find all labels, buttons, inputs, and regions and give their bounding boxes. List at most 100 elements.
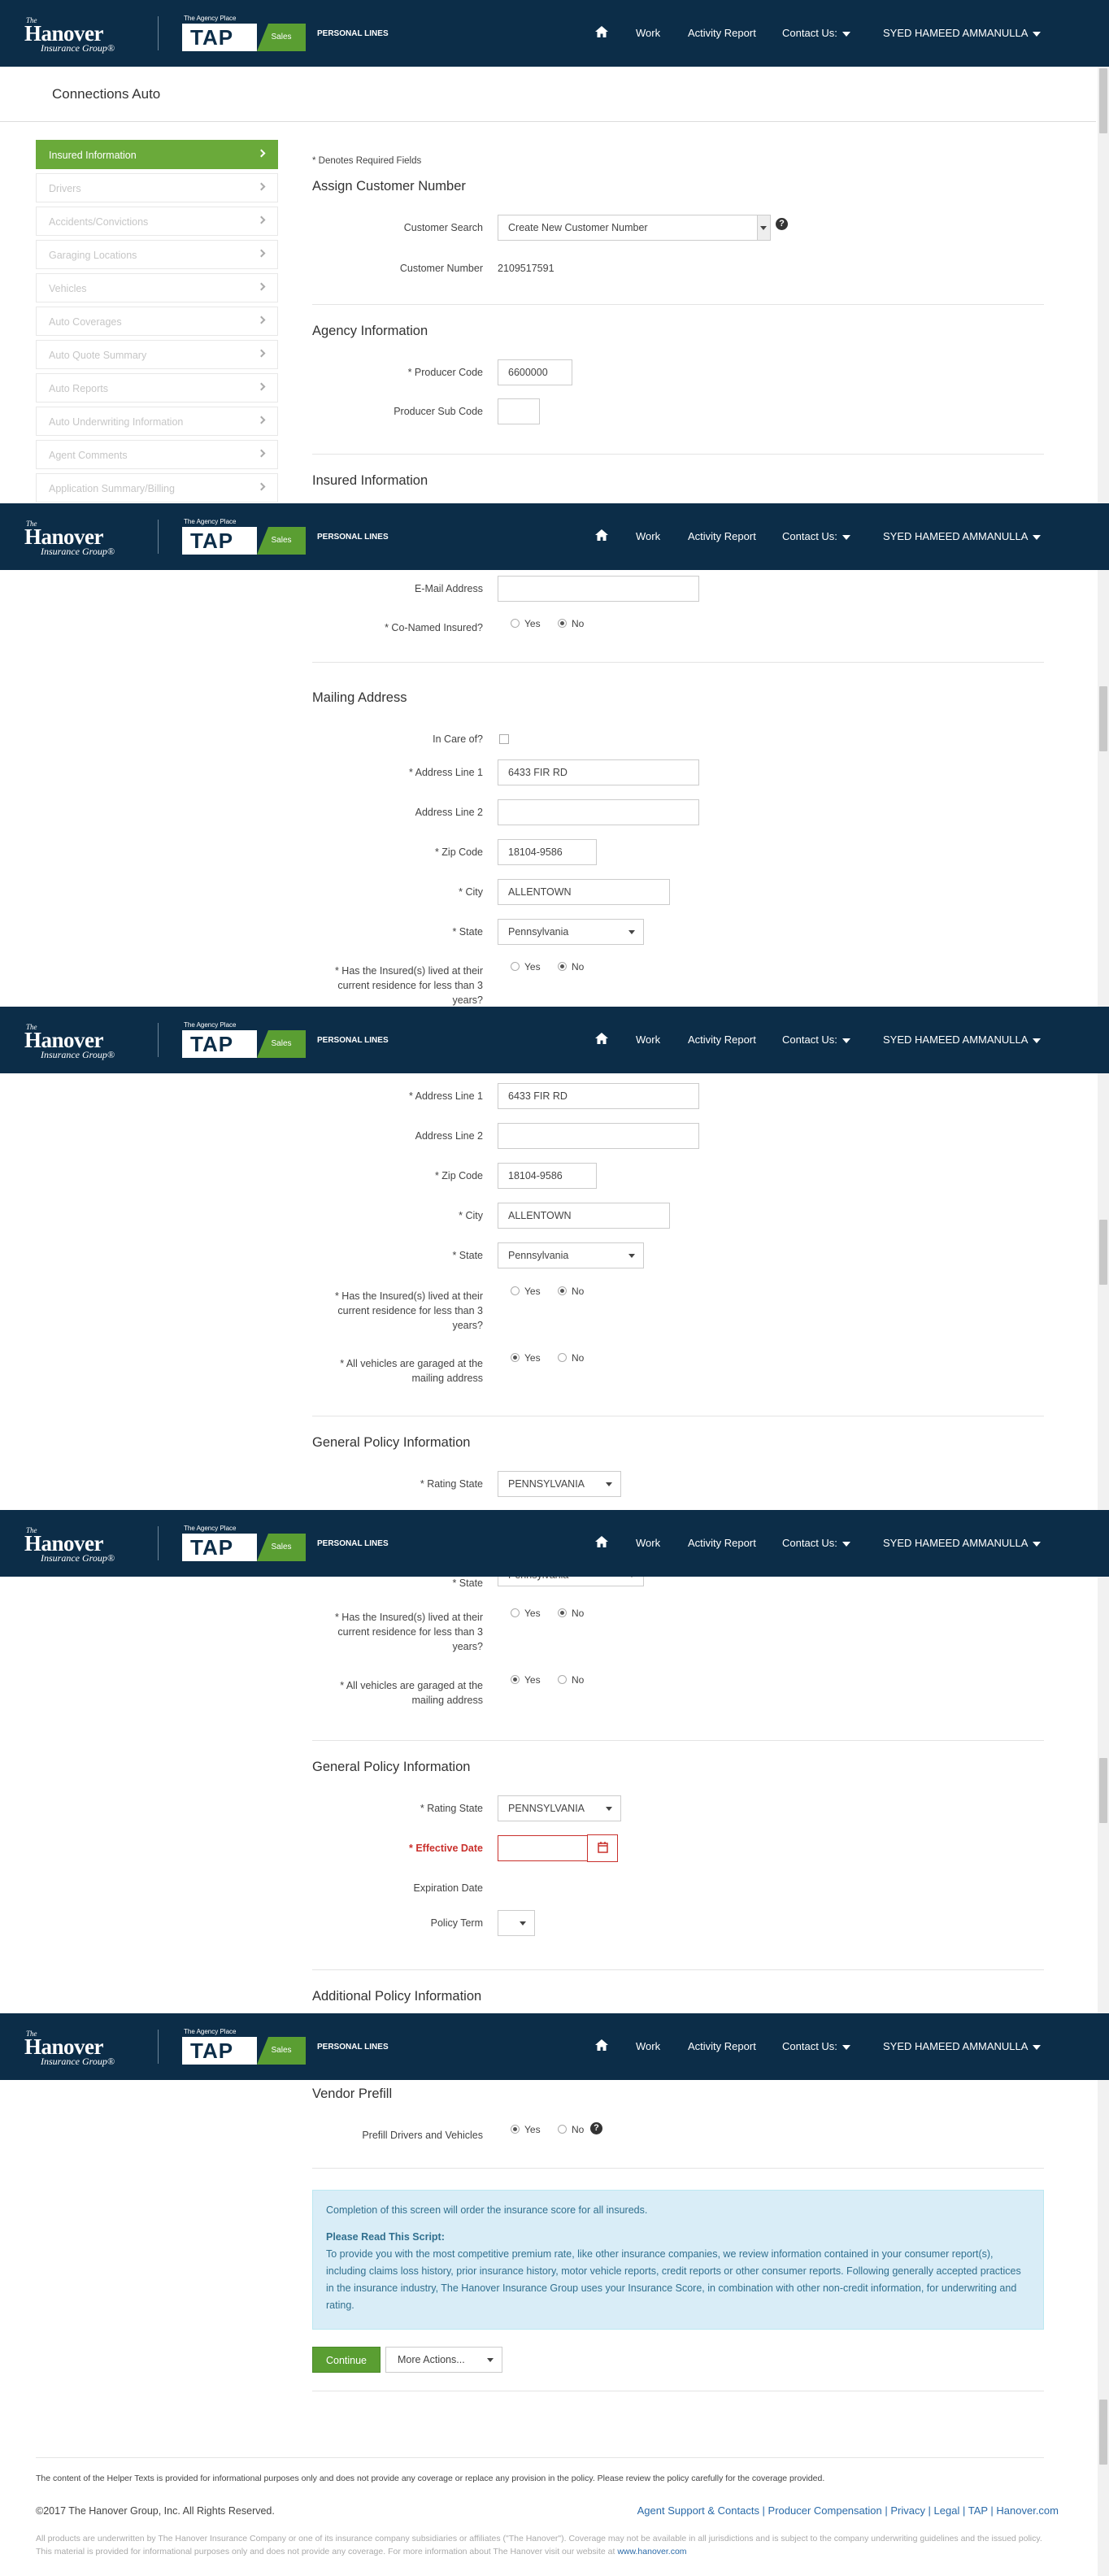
nav-user-menu[interactable]: SYED HAMEED AMMANULLA [883, 2040, 1042, 2052]
nav-contact-us[interactable]: Contact Us: [782, 1033, 850, 1046]
garaged-no-radio[interactable]: No [558, 1352, 584, 1364]
effective-date-input[interactable] [498, 1835, 589, 1861]
hanover-link[interactable]: www.hanover.com [617, 2547, 686, 2556]
lived-yes-radio[interactable]: Yes [511, 961, 541, 973]
scrollbar-thumb[interactable] [1099, 686, 1107, 751]
city-input[interactable]: ALLENTOWN [498, 1203, 670, 1229]
state-select[interactable]: Pennsylvania [498, 1242, 644, 1268]
nav-user-menu[interactable]: SYED HAMEED AMMANULLA [883, 27, 1042, 39]
sidebar-item-auto-quote-summary[interactable]: Auto Quote Summary [36, 340, 278, 369]
scrollbar-thumb[interactable] [1099, 1220, 1107, 1285]
prefill-yes-radio[interactable]: Yes [511, 2124, 541, 2135]
sidebar-item-garaging-locations[interactable]: Garaging Locations [36, 240, 278, 269]
scrollbar[interactable] [1098, 1073, 1109, 1510]
sidebar-item-agent-comments[interactable]: Agent Comments [36, 440, 278, 469]
nav-work[interactable]: Work [636, 1537, 660, 1549]
producer-sub-code-input[interactable] [498, 398, 540, 424]
address1-input[interactable]: 6433 FIR RD [498, 1083, 699, 1109]
copyright: ©2017 The Hanover Group, Inc. All Rights… [36, 2505, 275, 2517]
hanover-logo[interactable]: The Hanover Insurance Group® [24, 1526, 133, 1564]
nav-activity-report[interactable]: Activity Report [688, 530, 756, 542]
tap-logo[interactable]: The Agency Place TAP Sales [182, 518, 309, 555]
lived-no-radio[interactable]: No [558, 1286, 584, 1297]
city-value: ALLENTOWN [508, 886, 572, 898]
expiration-date-label: Expiration Date [413, 1882, 483, 1894]
help-icon[interactable]: ? [590, 2122, 602, 2134]
nav-user-menu[interactable]: SYED HAMEED AMMANULLA [883, 530, 1042, 542]
sidebar-item-auto-reports[interactable]: Auto Reports [36, 373, 278, 402]
sidebar-item-application-summary[interactable]: Application Summary/Billing [36, 473, 278, 503]
home-icon[interactable] [594, 1030, 610, 1046]
nav-user-menu[interactable]: SYED HAMEED AMMANULLA [883, 1033, 1042, 1046]
sidebar-item-drivers[interactable]: Drivers [36, 173, 278, 202]
more-actions-select[interactable]: More Actions... [385, 2347, 502, 2373]
state-select[interactable]: Pennsylvania [498, 919, 644, 945]
nav-activity-report[interactable]: Activity Report [688, 1537, 756, 1549]
co-named-no-radio[interactable]: No [558, 618, 584, 629]
nav-activity-report[interactable]: Activity Report [688, 2040, 756, 2052]
tap-logo[interactable]: The Agency Place TAP Sales [182, 1525, 309, 1562]
home-icon[interactable] [594, 2037, 610, 2053]
address2-input[interactable] [498, 799, 699, 825]
scrollbar-thumb[interactable] [1099, 68, 1107, 133]
zip-input[interactable]: 18104-9586 [498, 1163, 597, 1189]
customer-search-select[interactable]: Create New Customer Number [498, 215, 771, 241]
sidebar-item-auto-coverages[interactable]: Auto Coverages [36, 307, 278, 336]
nav-activity-report[interactable]: Activity Report [688, 1033, 756, 1046]
tap-logo[interactable]: The Agency Place TAP Sales [182, 2028, 309, 2065]
home-icon[interactable] [594, 24, 610, 40]
hanover-logo[interactable]: The Hanover Insurance Group® [24, 1023, 133, 1060]
nav-activity-report[interactable]: Activity Report [688, 27, 756, 39]
in-care-of-checkbox[interactable] [499, 734, 509, 744]
home-icon[interactable] [594, 527, 610, 543]
nav-contact-us[interactable]: Contact Us: [782, 530, 850, 542]
calendar-button[interactable] [587, 1834, 618, 1862]
producer-code-input[interactable]: 6600000 [498, 359, 572, 385]
caret-down-icon [1033, 534, 1042, 540]
hanover-logo[interactable]: The Hanover Insurance Group® [24, 2030, 133, 2067]
co-named-yes-radio[interactable]: Yes [511, 618, 541, 629]
screen-segment-2: E-Mail Address * Co-Named Insured? Yes N… [0, 503, 1109, 1007]
footer-links[interactable]: Agent Support & Contacts | Producer Comp… [637, 2504, 1059, 2517]
rating-state-select[interactable]: PENNSYLVANIA [498, 1471, 621, 1497]
scrollbar-thumb[interactable] [1099, 2400, 1107, 2465]
rating-state-select[interactable]: PENNSYLVANIA [498, 1795, 621, 1821]
sidebar-item-auto-underwriting[interactable]: Auto Underwriting Information [36, 407, 278, 436]
prefill-no-radio[interactable]: No [558, 2124, 584, 2135]
nav-work[interactable]: Work [636, 27, 660, 39]
help-icon[interactable]: ? [776, 218, 788, 230]
garaged-yes-radio[interactable]: Yes [511, 1674, 541, 1686]
city-input[interactable]: ALLENTOWN [498, 879, 670, 905]
nav-work[interactable]: Work [636, 530, 660, 542]
zip-input[interactable]: 18104-9586 [498, 839, 597, 865]
nav-contact-us[interactable]: Contact Us: [782, 2040, 850, 2052]
address2-input[interactable] [498, 1123, 699, 1149]
nav-user-menu[interactable]: SYED HAMEED AMMANULLA [883, 1537, 1042, 1549]
garaged-yes-radio[interactable]: Yes [511, 1352, 541, 1364]
hanover-logo[interactable]: The Hanover Insurance Group® [24, 16, 133, 54]
scrollbar[interactable] [1098, 2080, 1109, 2576]
sidebar-item-vehicles[interactable]: Vehicles [36, 273, 278, 302]
nav-contact-us[interactable]: Contact Us: [782, 27, 850, 39]
sidebar-item-accidents-convictions[interactable]: Accidents/Convictions [36, 207, 278, 236]
lived-yes-radio[interactable]: Yes [511, 1286, 541, 1297]
garaged-no-radio[interactable]: No [558, 1674, 584, 1686]
nav-work[interactable]: Work [636, 1033, 660, 1046]
nav-work[interactable]: Work [636, 2040, 660, 2052]
continue-button[interactable]: Continue [312, 2347, 381, 2373]
tap-logo[interactable]: The Agency Place TAP Sales [182, 15, 309, 52]
hanover-logo[interactable]: The Hanover Insurance Group® [24, 520, 133, 557]
sidebar-item-insured-information[interactable]: Insured Information [36, 140, 278, 169]
script-title: Please Read This Script: [326, 2231, 445, 2243]
nav-contact-us[interactable]: Contact Us: [782, 1537, 850, 1549]
scrollbar[interactable] [1098, 570, 1109, 1007]
tap-logo[interactable]: The Agency Place TAP Sales [182, 1021, 309, 1059]
address1-input[interactable]: 6433 FIR RD [498, 759, 699, 785]
lived-no-radio[interactable]: No [558, 1608, 584, 1619]
home-icon[interactable] [594, 1534, 610, 1550]
scrollbar-thumb[interactable] [1099, 1758, 1107, 1823]
email-input[interactable] [498, 576, 699, 602]
policy-term-select[interactable] [498, 1910, 535, 1936]
lived-yes-radio[interactable]: Yes [511, 1608, 541, 1619]
lived-no-radio[interactable]: No [558, 961, 584, 973]
